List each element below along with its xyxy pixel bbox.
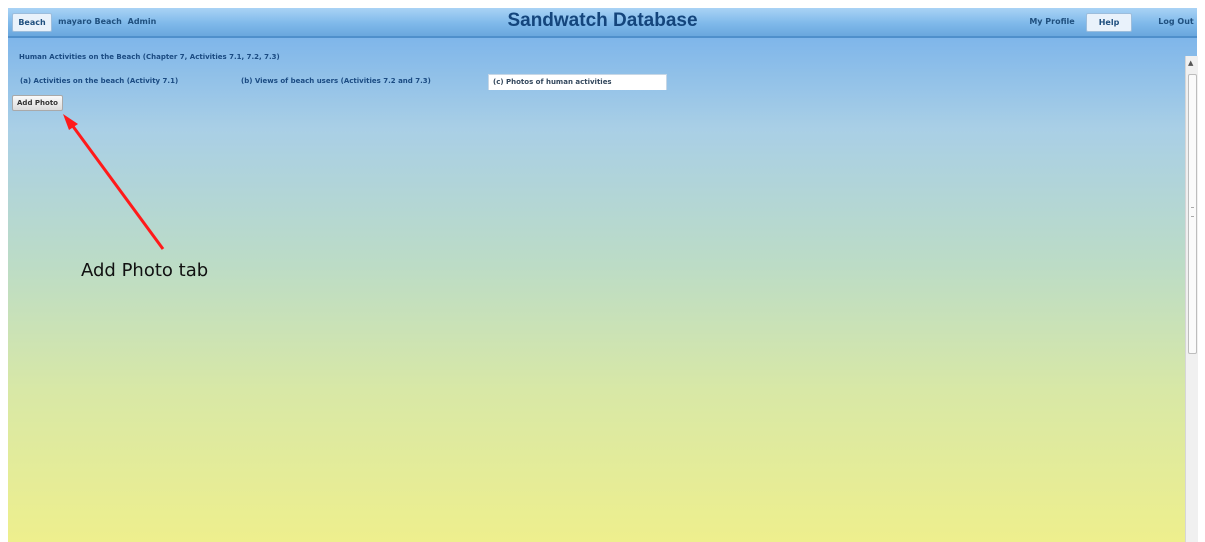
annotation-label: Add Photo tab [81, 260, 209, 281]
scrollbar-thumb[interactable] [1188, 74, 1197, 354]
scroll-up-arrow-icon[interactable]: ▲ [1188, 59, 1193, 67]
tab-activities-on-beach[interactable]: (a) Activities on the beach (Activity 7.… [16, 74, 182, 89]
tab-views-of-beach-users[interactable]: (b) Views of beach users (Activities 7.2… [237, 74, 435, 89]
nav-my-profile-button[interactable]: My Profile [1028, 13, 1076, 30]
section-title: Human Activities on the Beach (Chapter 7… [19, 53, 280, 61]
nav-help-button[interactable]: Help [1086, 13, 1132, 32]
scroll-grip-icon [1191, 207, 1194, 217]
vertical-scrollbar[interactable]: ▲ [1185, 56, 1198, 542]
add-photo-button[interactable]: Add Photo [12, 95, 63, 111]
page-left-margin [0, 38, 8, 542]
app-title: Sandwatch Database [507, 10, 698, 31]
nav-log-out-button[interactable]: Log Out [1158, 13, 1194, 30]
top-navigation-bar: Beach mayaro Beach Admin Sandwatch Datab… [8, 8, 1197, 38]
tab-photos-of-human-activities[interactable]: (c) Photos of human activities [488, 74, 667, 90]
main-content-area: Human Activities on the Beach (Chapter 7… [8, 38, 1197, 542]
